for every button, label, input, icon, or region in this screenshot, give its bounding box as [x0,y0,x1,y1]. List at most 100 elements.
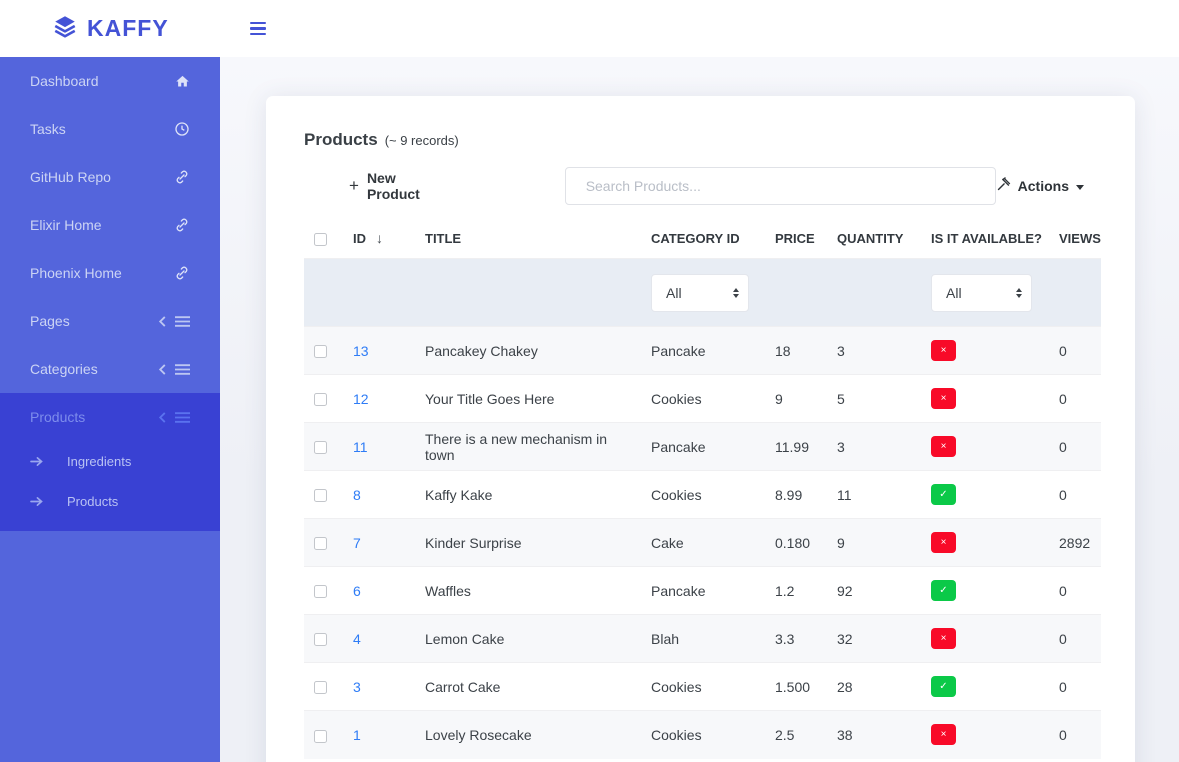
row-title: Your Title Goes Here [413,375,639,423]
search-input[interactable] [565,167,996,205]
row-quantity: 38 [825,711,919,759]
table-row: 3Carrot CakeCookies1.50028✓0 [304,663,1101,711]
row-id-link[interactable]: 4 [353,631,361,647]
sidebar-item-categories[interactable]: Categories [0,345,220,393]
row-category: Cookies [639,375,763,423]
row-id-link[interactable]: 13 [353,343,369,359]
select-all-checkbox[interactable] [314,233,327,246]
link-icon [174,265,190,281]
available-filter: All [931,274,1032,312]
sidebar-item-phoenix-home[interactable]: Phoenix Home [0,249,220,297]
row-id-link[interactable]: 3 [353,679,361,695]
row-views: 0 [1047,567,1101,615]
row-quantity: 3 [825,327,919,375]
row-checkbox[interactable] [314,441,327,454]
row-id-link[interactable]: 12 [353,391,369,407]
chevron-left-icon [158,412,167,423]
sidebar-subitem-label: Products [67,494,118,509]
row-category: Cake [639,519,763,567]
row-category: Pancake [639,423,763,471]
new-product-label: New Product [367,170,448,202]
sidebar-subitem-products[interactable]: Products [0,481,220,521]
link-icon [174,217,190,233]
row-price: 18 [763,327,825,375]
unavailable-badge: × [931,340,956,361]
column-header-available[interactable]: IS IT AVAILABLE? [919,219,1047,259]
products-card: Products (~ 9 records) + New Product [266,96,1135,762]
main-content: Products (~ 9 records) + New Product [220,57,1179,762]
category-filter-select[interactable]: All [651,274,749,312]
page-title-text: Products [304,130,378,150]
column-header-price[interactable]: PRICE [763,219,825,259]
hamburger-menu-icon[interactable] [246,18,270,40]
table-row: 11 There is a new mechanism in townPancak… [304,423,1101,471]
row-price: 1.500 [763,663,825,711]
available-filter-select[interactable]: All [931,274,1032,312]
row-price: 3.3 [763,615,825,663]
actions-label: Actions [1018,178,1069,194]
row-views: 2892 [1047,519,1101,567]
table-row: 4Lemon CakeBlah3.332×0 [304,615,1101,663]
sidebar-item-dashboard[interactable]: Dashboard [0,57,220,105]
row-id-link[interactable]: 6 [353,583,361,599]
sidebar-item-label: GitHub Repo [30,169,111,185]
row-checkbox[interactable] [314,633,327,646]
sidebar: Dashboard Tasks GitHub Repo Elixir Home … [0,57,220,762]
sidebar-item-elixir-home[interactable]: Elixir Home [0,201,220,249]
row-checkbox[interactable] [314,537,327,550]
sidebar-item-label: Products [30,409,85,425]
row-title: Carrot Cake [413,663,639,711]
sidebar-item-tasks[interactable]: Tasks [0,105,220,153]
column-header-quantity[interactable]: QUANTITY [825,219,919,259]
brand-logo[interactable]: KAFFY [0,13,220,44]
row-id-link[interactable]: 8 [353,487,361,503]
sidebar-item-github-repo[interactable]: GitHub Repo [0,153,220,201]
table-row: 7Kinder SurpriseCake0.1809×2892 [304,519,1101,567]
column-header-views[interactable]: VIEWS [1047,219,1101,259]
unavailable-badge: × [931,724,956,745]
row-quantity: 32 [825,615,919,663]
link-icon [174,169,190,185]
sidebar-item-pages[interactable]: Pages [0,297,220,345]
actions-dropdown[interactable]: Actions [996,177,1084,195]
sidebar-item-label: Tasks [30,121,66,137]
row-title: There is a new mechanism in town [413,423,639,471]
sidebar-subitem-ingredients[interactable]: Ingredients [0,441,220,481]
arrow-right-icon [30,456,43,467]
home-icon [175,74,190,89]
row-price: 8.99 [763,471,825,519]
table-body: 13Pancakey ChakeyPancake183×012Your Titl… [304,327,1101,759]
row-title: Lovely Rosecake [413,711,639,759]
row-checkbox[interactable] [314,681,327,694]
row-quantity: 5 [825,375,919,423]
row-checkbox[interactable] [314,585,327,598]
column-header-title[interactable]: TITLE [413,219,639,259]
row-views: 0 [1047,375,1101,423]
menu-icon [175,412,190,423]
available-badge: ✓ [931,580,956,601]
filter-row: All All [304,259,1101,327]
table-row: 1Lovely RosecakeCookies2.538×0 [304,711,1101,759]
chevron-left-icon [158,364,167,375]
sidebar-item-label: Pages [30,313,70,329]
row-id-link[interactable]: 11 [353,439,368,455]
new-product-button[interactable]: + New Product [349,170,448,202]
row-checkbox[interactable] [314,730,327,743]
menu-icon [175,316,190,327]
row-id-link[interactable]: 7 [353,535,361,551]
sidebar-item-products[interactable]: Products [0,393,220,441]
row-checkbox[interactable] [314,345,327,358]
sidebar-subitem-label: Ingredients [67,454,131,469]
row-quantity: 28 [825,663,919,711]
unavailable-badge: × [931,436,956,457]
row-title: Pancakey Chakey [413,327,639,375]
sort-desc-icon[interactable]: ↓ [376,230,383,246]
row-id-link[interactable]: 1 [353,727,361,743]
row-checkbox[interactable] [314,393,327,406]
row-checkbox[interactable] [314,489,327,502]
column-header-id[interactable]: ID↓ [341,219,413,259]
available-badge: ✓ [931,676,956,697]
topbar: KAFFY [0,0,1179,57]
row-category: Pancake [639,327,763,375]
column-header-category[interactable]: CATEGORY ID [639,219,763,259]
